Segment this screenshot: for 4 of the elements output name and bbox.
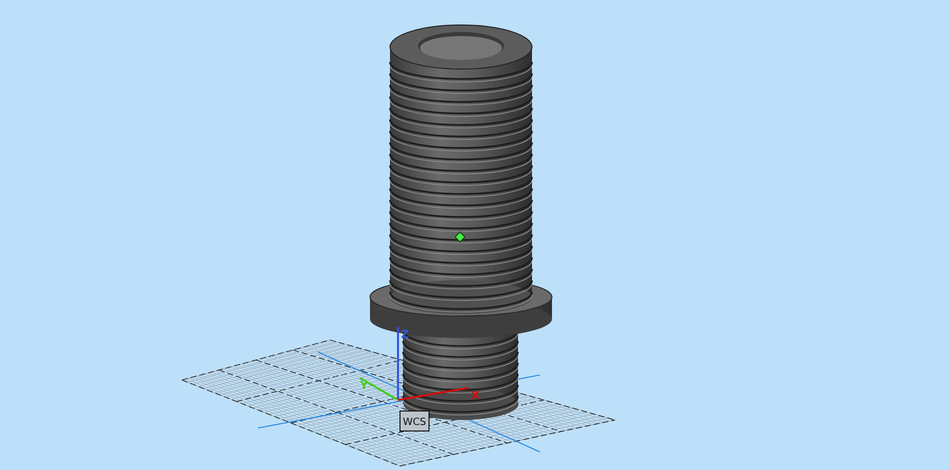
axis-label: Z [401,328,409,341]
coordinate-system-label: WCS [400,410,430,432]
center-point-icon [454,231,466,243]
axis-label: X [471,389,480,402]
